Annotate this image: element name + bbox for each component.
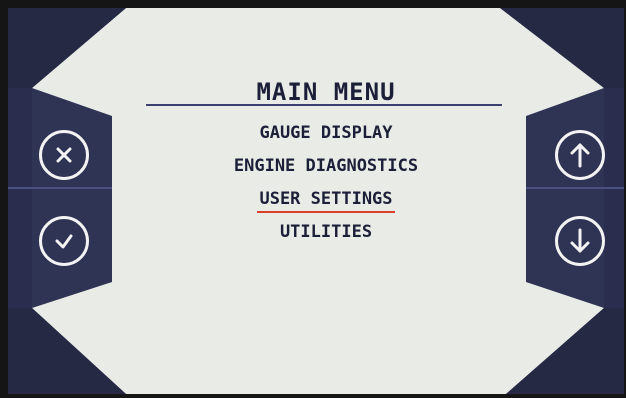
right-side-panel	[526, 88, 604, 308]
menu-item-label: UTILITIES	[279, 222, 373, 242]
title-divider	[146, 104, 502, 106]
check-icon	[55, 234, 73, 249]
arrow-up-icon	[570, 143, 590, 168]
menu-item-gauge-display[interactable]: GAUGE DISPLAY	[146, 120, 506, 153]
left-side-panel	[32, 88, 112, 308]
menu-item-user-settings[interactable]: USER SETTINGS	[146, 186, 506, 219]
menu-item-label: ENGINE DIAGNOSTICS	[233, 156, 419, 176]
confirm-button[interactable]	[39, 216, 89, 266]
menu-list: GAUGE DISPLAY ENGINE DIAGNOSTICS USER SE…	[146, 120, 506, 252]
arrow-down-icon	[570, 228, 590, 253]
menu-item-label: GAUGE DISPLAY	[259, 123, 393, 143]
scroll-up-button[interactable]	[555, 130, 605, 180]
close-icon	[56, 147, 72, 163]
scroll-down-button[interactable]	[555, 216, 605, 266]
menu-item-engine-diagnostics[interactable]: ENGINE DIAGNOSTICS	[146, 153, 506, 186]
menu-item-label: USER SETTINGS	[257, 187, 395, 213]
lcd-screen: MAIN MENU GAUGE DISPLAY ENGINE DIAGNOSTI…	[8, 8, 624, 394]
display-device: MAIN MENU GAUGE DISPLAY ENGINE DIAGNOSTI…	[0, 0, 626, 398]
close-button[interactable]	[39, 130, 89, 180]
menu-item-utilities[interactable]: UTILITIES	[146, 219, 506, 252]
menu-title: MAIN MENU	[256, 78, 396, 106]
